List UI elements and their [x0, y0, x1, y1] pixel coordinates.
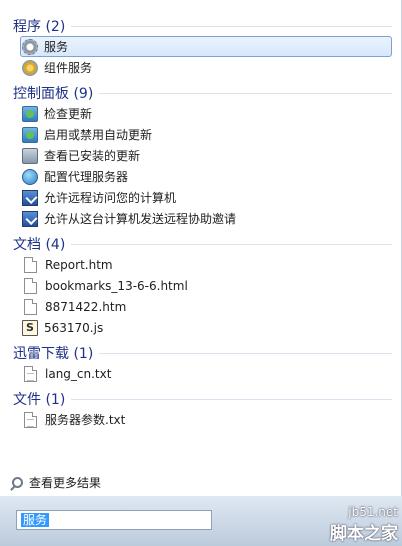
text-file-icon [24, 411, 37, 428]
result-label: bookmarks_13-6-6.html [45, 278, 188, 293]
search-icon [12, 477, 23, 488]
result-item-proxy-server[interactable]: 配置代理服务器 [22, 166, 392, 187]
result-label: 配置代理服务器 [44, 170, 129, 184]
result-label: 组件服务 [44, 61, 93, 75]
gear-icon [22, 38, 38, 55]
group-title[interactable]: 程序 (2) [13, 16, 72, 36]
result-label: lang_cn.txt [45, 366, 112, 381]
windows-update-icon [22, 126, 38, 143]
result-label: 8871422.htm [45, 299, 127, 314]
result-item-check-updates[interactable]: 检查更新 [22, 103, 392, 124]
result-item-8871422[interactable]: 8871422.htm [22, 296, 392, 317]
installed-updates-icon [22, 147, 38, 164]
group-title[interactable]: 文件 (1) [13, 389, 72, 409]
result-label: 启用或禁用自动更新 [44, 128, 153, 142]
group-header-programs[interactable]: 程序 (2) [13, 14, 392, 36]
result-item-report[interactable]: Report.htm [22, 254, 392, 275]
result-item-server-params[interactable]: 服务器参数.txt [22, 409, 392, 430]
result-label: 服务器参数.txt [45, 413, 126, 427]
search-input[interactable]: 服务 [16, 510, 212, 530]
group-header-documents[interactable]: 文档 (4) [13, 232, 392, 254]
script-file-icon [22, 319, 38, 336]
group-header-control-panel[interactable]: 控制面板 (9) [13, 81, 392, 103]
group-title[interactable]: 控制面板 (9) [13, 83, 100, 103]
group-header-files[interactable]: 文件 (1) [13, 387, 392, 409]
result-item-lang-cn[interactable]: lang_cn.txt [22, 363, 392, 384]
result-item-auto-update[interactable]: 启用或禁用自动更新 [22, 124, 392, 145]
result-item-component-services[interactable]: 组件服务 [22, 57, 392, 78]
group-header-xunlei-downloads[interactable]: 迅雷下载 (1) [13, 341, 392, 363]
watermark-domain: jb51.net [348, 505, 398, 519]
result-label: 允许从这台计算机发送远程协助邀请 [44, 212, 237, 226]
internet-options-icon [22, 168, 38, 185]
result-item-services[interactable]: 服务 [20, 36, 392, 57]
result-item-563170-js[interactable]: 563170.js [22, 317, 392, 338]
search-results-list: 程序 (2) 服务 组件服务 控制面板 (9) 检查更新 启用或禁用自动更新 查… [0, 14, 402, 430]
result-label: Report.htm [45, 257, 113, 272]
search-input-value: 服务 [21, 513, 50, 527]
windows-update-icon [22, 105, 38, 122]
see-more-results-link[interactable]: 查看更多结果 [12, 474, 101, 491]
watermark-name: 脚本之家 [330, 524, 398, 544]
group-title[interactable]: 文档 (4) [13, 234, 72, 254]
html-file-icon [24, 277, 37, 294]
text-file-icon [24, 365, 37, 382]
html-file-icon [24, 256, 37, 273]
result-label: 查看已安装的更新 [44, 149, 141, 163]
result-label: 服务 [44, 40, 69, 54]
html-file-icon [24, 298, 37, 315]
component-gear-icon [22, 59, 38, 76]
remote-access-icon [22, 189, 38, 206]
result-item-remote-access[interactable]: 允许远程访问您的计算机 [22, 187, 392, 208]
remote-assistance-icon [22, 210, 38, 227]
result-label: 检查更新 [44, 107, 93, 121]
result-item-remote-assistance[interactable]: 允许从这台计算机发送远程协助邀请 [22, 208, 392, 229]
group-title[interactable]: 迅雷下载 (1) [13, 343, 100, 363]
result-item-installed-updates[interactable]: 查看已安装的更新 [22, 145, 392, 166]
result-label: 允许远程访问您的计算机 [44, 191, 177, 205]
result-item-bookmarks[interactable]: bookmarks_13-6-6.html [22, 275, 392, 296]
see-more-label: 查看更多结果 [29, 476, 102, 490]
result-label: 563170.js [44, 320, 104, 335]
site-watermark: jb51.net 脚本之家 [330, 505, 398, 544]
